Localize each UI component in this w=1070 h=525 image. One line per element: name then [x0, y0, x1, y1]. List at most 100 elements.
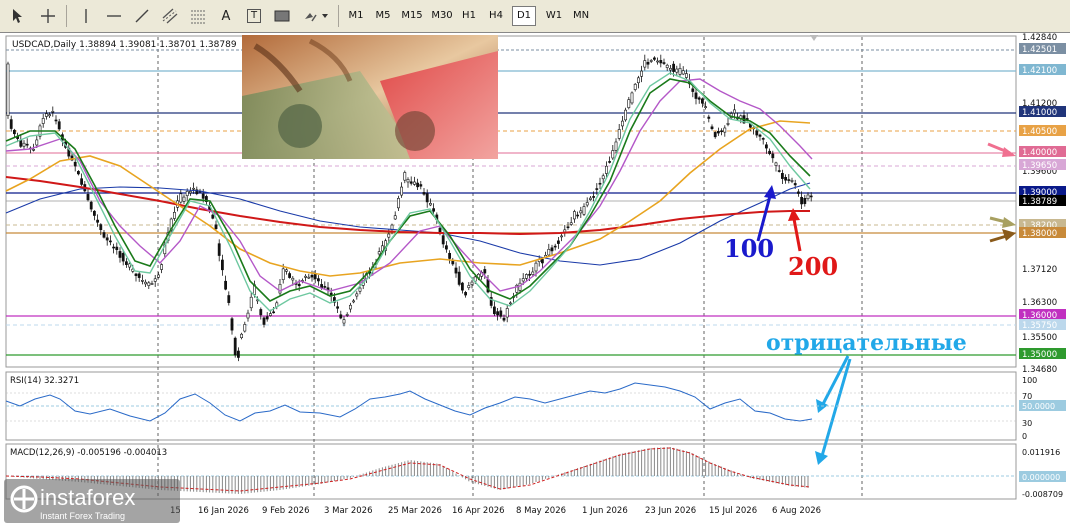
candle-body: [304, 275, 308, 278]
shapes-icon[interactable]: [302, 6, 330, 26]
cursor-icon[interactable]: [8, 6, 28, 26]
candle-body: [732, 109, 736, 114]
candle-body: [592, 196, 596, 198]
candle-body: [796, 191, 800, 194]
price-tick: 1.42840: [1022, 33, 1057, 43]
candle-body: [173, 212, 176, 219]
candle-body: [809, 195, 813, 198]
candle-body: [400, 186, 404, 196]
candle-body: [125, 261, 128, 265]
candle-body: [691, 88, 695, 92]
tf-m1[interactable]: M1: [345, 6, 367, 26]
candle-body: [246, 312, 250, 319]
candle-body: [243, 324, 247, 332]
candle-body: [425, 193, 429, 203]
candle-body: [112, 246, 116, 249]
tf-w1[interactable]: W1: [542, 6, 566, 26]
candle-body: [636, 77, 640, 84]
tf-d1[interactable]: D1: [512, 6, 536, 26]
candle-body: [105, 237, 109, 241]
candle-body: [806, 194, 810, 200]
tf-mn[interactable]: MN: [569, 6, 593, 26]
candle-body: [675, 68, 679, 73]
level-badge-label: 1.39650: [1022, 161, 1057, 171]
candle-body: [272, 311, 276, 314]
candle-body: [377, 251, 381, 255]
candle-body: [224, 280, 228, 290]
candle-body: [86, 194, 90, 201]
candle-body: [608, 161, 612, 163]
scroll-marker-icon[interactable]: [810, 35, 818, 41]
candle-body: [336, 306, 340, 309]
candle-body: [505, 308, 509, 318]
candle-body: [780, 173, 784, 179]
candle-body: [707, 116, 711, 119]
candle-body: [217, 243, 221, 256]
candle-body: [73, 161, 77, 167]
label-icon[interactable]: T: [244, 6, 264, 26]
tf-h4[interactable]: H4: [485, 6, 507, 26]
candle-body: [118, 251, 122, 258]
candle-body: [483, 269, 487, 274]
candle-body: [288, 273, 292, 278]
tf-m5[interactable]: M5: [372, 6, 394, 26]
svg-text:16 Apr 2026: 16 Apr 2026: [452, 506, 505, 516]
candle-body: [764, 144, 768, 149]
candle-body: [700, 98, 704, 104]
chart-area[interactable]: 100 200 отрицательные USDCAD,Daily 1.388…: [0, 32, 1070, 525]
candle-body: [9, 119, 13, 129]
rsi-label: RSI(14) 32.3271: [10, 376, 79, 386]
candle-body: [77, 171, 80, 175]
candle-body: [521, 278, 525, 282]
date-axis: 15 16 Jan 2026 9 Feb 2026 3 Mar 2026 25 …: [170, 506, 821, 516]
text-icon[interactable]: A: [216, 6, 236, 26]
svg-text:9 Feb 2026: 9 Feb 2026: [262, 506, 310, 516]
candle-body: [726, 123, 730, 125]
candle-body: [604, 165, 608, 174]
candle-body: [432, 208, 436, 212]
tf-h1[interactable]: H1: [458, 6, 480, 26]
vertical-line-icon[interactable]: [76, 6, 96, 26]
level-badge-label: 1.41000: [1022, 108, 1057, 118]
price-chart[interactable]: 100 200 отрицательные USDCAD,Daily 1.388…: [0, 33, 1070, 525]
candle-body: [611, 150, 615, 159]
candle-body: [185, 190, 189, 196]
candle-body: [134, 273, 138, 276]
instaforex-logo-icon: [10, 485, 38, 513]
annotation-200: 200: [788, 252, 838, 281]
candle-body: [646, 61, 650, 65]
candle-body: [534, 262, 538, 272]
candle-body: [777, 170, 781, 172]
horizontal-line-icon[interactable]: [104, 6, 124, 26]
channel-icon[interactable]: [160, 6, 180, 26]
fibonacci-icon[interactable]: [188, 6, 208, 26]
symbol-info: USDCAD,Daily 1.38894 1.39081 1.38701 1.3…: [12, 40, 237, 50]
candle-body: [448, 252, 452, 259]
candle-body: [588, 197, 592, 200]
candle-body: [755, 130, 759, 136]
toolbar: A T M1 M5 M15 M30 H1 H4 D1 W1 MN: [0, 0, 1070, 33]
candle-body: [227, 295, 231, 303]
candle-body: [774, 162, 778, 166]
price-tick: 1.37120: [1022, 265, 1057, 275]
candle-body: [157, 274, 160, 278]
candle-body: [41, 118, 45, 124]
candle-body: [784, 177, 788, 181]
tf-m30[interactable]: M30: [429, 6, 455, 26]
candle-body: [710, 126, 714, 129]
level-badge-label: 1.42100: [1022, 66, 1057, 76]
tf-m15[interactable]: M15: [399, 6, 425, 26]
svg-text:50.0000: 50.0000: [1022, 402, 1055, 411]
trendline-icon[interactable]: [132, 6, 152, 26]
candle-body: [656, 60, 660, 63]
crosshair-icon[interactable]: [38, 6, 58, 26]
candle-body: [572, 211, 576, 220]
candle-body: [451, 260, 455, 265]
candle-body: [35, 139, 39, 146]
rectangle-icon[interactable]: [272, 6, 292, 26]
candle-body: [115, 246, 119, 250]
candle-body: [659, 60, 663, 64]
svg-text:100: 100: [1022, 376, 1037, 385]
candle-body: [524, 274, 528, 279]
candle-body: [57, 121, 61, 130]
